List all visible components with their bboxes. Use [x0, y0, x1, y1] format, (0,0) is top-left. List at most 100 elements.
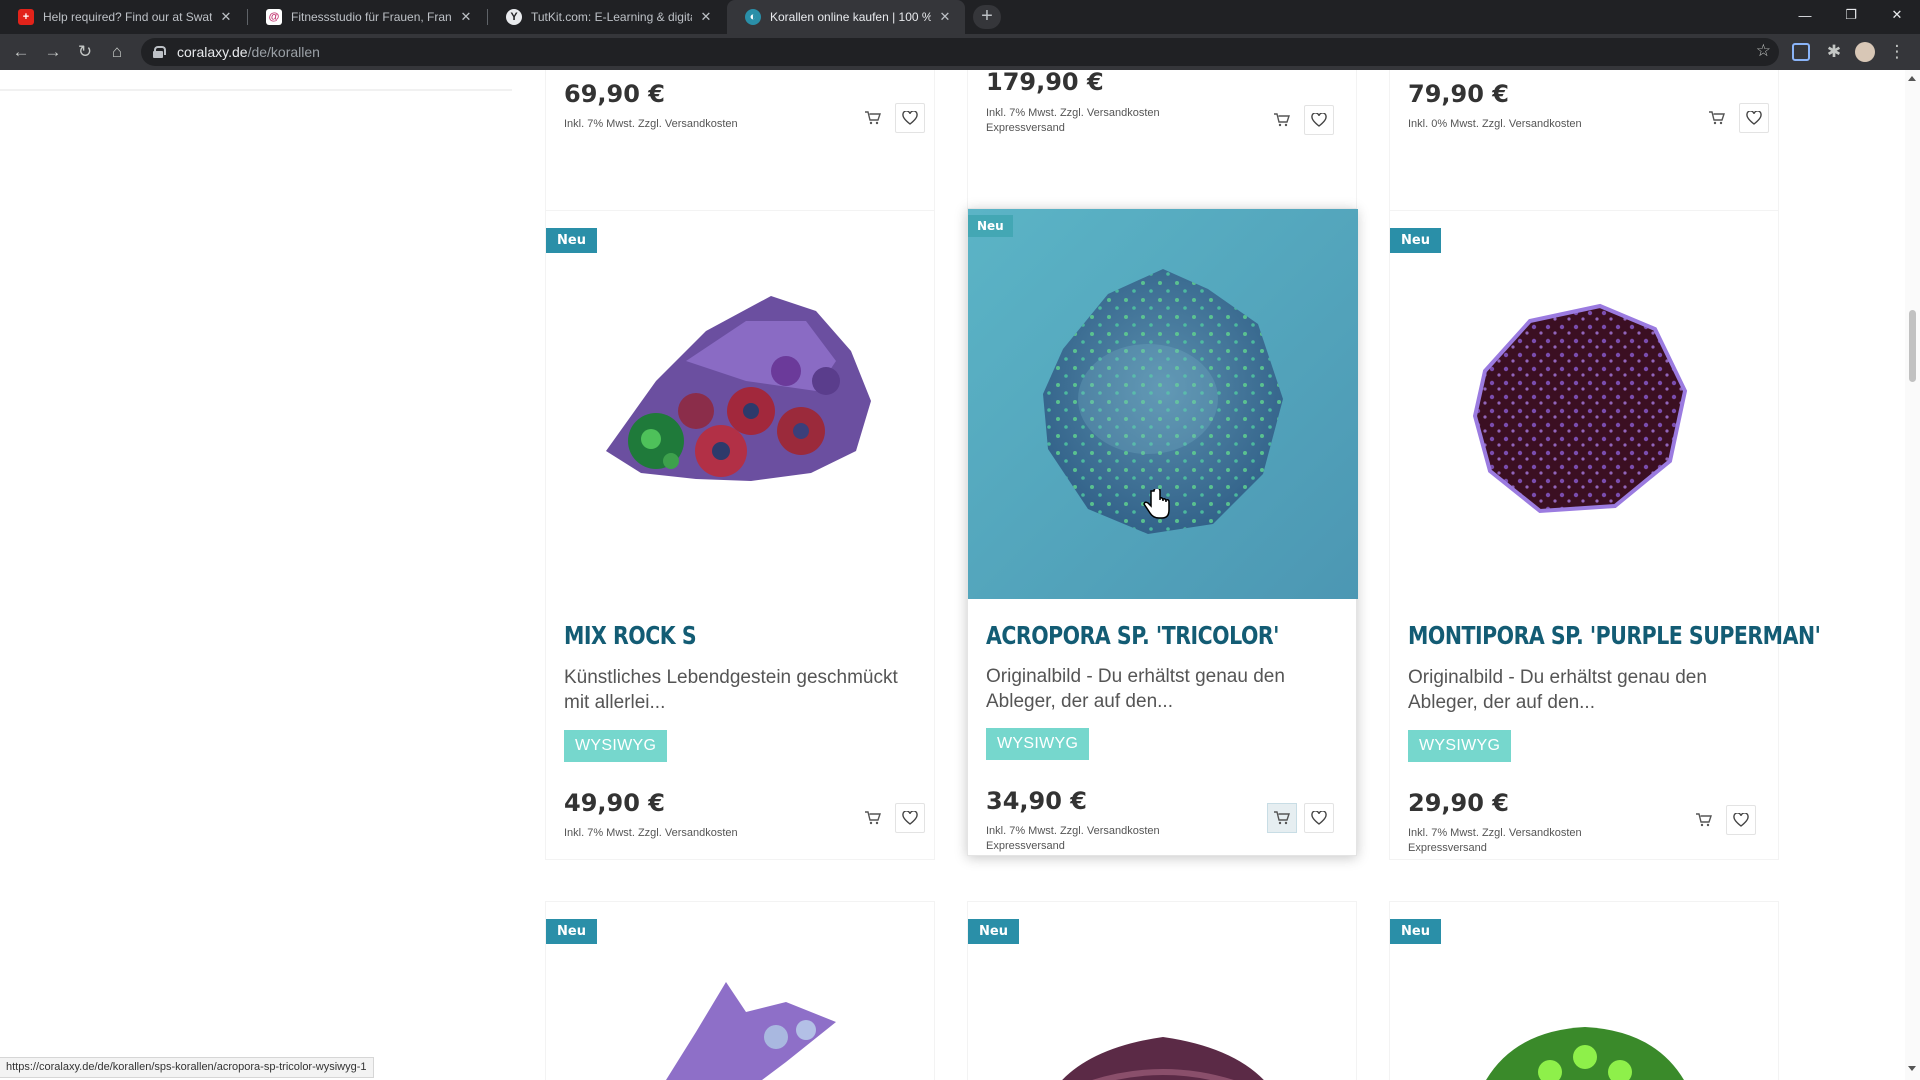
- avatar[interactable]: [1855, 42, 1875, 62]
- price-info: Inkl. 0% Mwst. Zzgl. Versandkosten: [1408, 118, 1582, 130]
- heart-icon: [1746, 111, 1762, 125]
- cart-icon: [1696, 813, 1712, 827]
- coral-image-partial: [1486, 1027, 1684, 1080]
- browser-tab-coralaxy[interactable]: ◐ Korallen online kaufen | 100 % aus ✕: [727, 0, 965, 34]
- hand-cursor-icon: [1143, 489, 1170, 519]
- close-tab-icon[interactable]: ✕: [458, 9, 474, 25]
- lock-icon: [153, 46, 166, 58]
- product-price: 79,90 €: [1408, 80, 1509, 108]
- new-badge: Neu: [546, 228, 597, 253]
- tab-title: TutKit.com: E-Learning & digitale: [531, 10, 692, 24]
- shipping-note: Expressversand: [1408, 842, 1487, 854]
- tab-title: Korallen online kaufen | 100 % aus: [770, 10, 931, 24]
- wishlist-button[interactable]: [1726, 805, 1756, 835]
- scroll-up-icon[interactable]: [1908, 76, 1916, 81]
- coral-image-partial: [1062, 1037, 1264, 1080]
- home-icon[interactable]: ⌂: [105, 40, 129, 64]
- browser-tab-tutkit[interactable]: Y TutKit.com: E-Learning & digitale ✕: [488, 0, 726, 34]
- new-tab-button[interactable]: +: [973, 5, 1001, 29]
- page-viewport: 69,90 € Inkl. 7% Mwst. Zzgl. Versandkost…: [0, 70, 1905, 1080]
- extensions-puzzle-icon[interactable]: ✱: [1822, 40, 1846, 64]
- address-bar[interactable]: coralaxy.de/de/korallen ☆: [141, 38, 1779, 66]
- add-to-cart-button[interactable]: [1689, 805, 1719, 835]
- cart-icon: [1709, 111, 1725, 125]
- tutkit-logo-icon: Y: [506, 9, 522, 25]
- bookmark-star-icon[interactable]: ☆: [1756, 41, 1771, 61]
- forward-icon[interactable]: →: [41, 40, 65, 64]
- product-card[interactable]: Neu: [545, 901, 935, 1080]
- new-badge: Neu: [1390, 919, 1441, 944]
- wysiwyg-tag: WYSIWYG: [1408, 730, 1512, 762]
- add-to-cart-button[interactable]: [1267, 105, 1297, 135]
- product-price: 34,90 €: [986, 787, 1087, 815]
- scrollbar-thumb[interactable]: [1909, 310, 1916, 382]
- product-price: 69,90 €: [564, 80, 665, 108]
- wishlist-button[interactable]: [1739, 103, 1769, 133]
- close-tab-icon[interactable]: ✕: [218, 9, 234, 25]
- restore-window-icon[interactable]: ❐: [1828, 0, 1874, 30]
- product-title[interactable]: Mix Rock S: [564, 621, 697, 650]
- url-path: /de/korallen: [247, 44, 320, 60]
- address-url: coralaxy.de/de/korallen: [177, 44, 320, 60]
- heart-icon: [1311, 811, 1327, 825]
- tab-title: Help required? Find our at Swatch: [43, 10, 212, 24]
- acropora-coral-image: [968, 209, 1358, 599]
- browser-tab-swatch[interactable]: + Help required? Find our at Swatch ✕: [0, 0, 246, 34]
- wysiwyg-tag: WYSIWYG: [986, 728, 1090, 760]
- product-description: Originalbild - Du erhältst genau den Abl…: [1408, 667, 1707, 713]
- product-price: 179,90 €: [986, 70, 1104, 96]
- reload-icon[interactable]: ↻: [73, 40, 97, 64]
- product-image[interactable]: [1390, 211, 1780, 601]
- product-card[interactable]: 69,90 € Inkl. 7% Mwst. Zzgl. Versandkost…: [545, 70, 935, 232]
- product-title[interactable]: Acropora sp. 'Tricolor': [986, 621, 1279, 650]
- minimize-window-icon[interactable]: —: [1782, 0, 1828, 30]
- status-bar-url: https://coralaxy.de/de/korallen/sps-kora…: [0, 1057, 374, 1078]
- add-to-cart-button[interactable]: [1267, 803, 1297, 833]
- swiss-flag-icon: +: [18, 9, 34, 25]
- cart-icon: [865, 111, 881, 125]
- close-tab-icon[interactable]: ✕: [698, 9, 714, 25]
- wishlist-button[interactable]: [1304, 803, 1334, 833]
- product-image[interactable]: [968, 209, 1358, 599]
- product-price: 49,90 €: [564, 789, 665, 817]
- price-info: Inkl. 7% Mwst. Zzgl. Versandkosten: [986, 107, 1160, 119]
- browser-menu-icon[interactable]: ⋮: [1885, 40, 1909, 64]
- product-card[interactable]: Neu: [967, 901, 1357, 1080]
- wishlist-button[interactable]: [1304, 105, 1334, 135]
- add-to-cart-button[interactable]: [858, 803, 888, 833]
- browser-tab-fitness[interactable]: @ Fitnessstudio für Frauen, Frankfurt ✕: [248, 0, 486, 34]
- new-badge: Neu: [968, 919, 1019, 944]
- coral-rock-image: [606, 296, 871, 481]
- url-host: coralaxy.de: [177, 44, 248, 60]
- close-tab-icon[interactable]: ✕: [937, 9, 953, 25]
- product-title[interactable]: Montipora sp. 'Purple Superman': [1408, 621, 1821, 650]
- scroll-down-icon[interactable]: [1908, 1066, 1916, 1071]
- product-card[interactable]: 79,90 € Inkl. 0% Mwst. Zzgl. Versandkost…: [1389, 70, 1779, 232]
- tab-title: Fitnessstudio für Frauen, Frankfurt: [291, 10, 452, 24]
- heart-icon: [902, 111, 918, 125]
- price-info: Inkl. 7% Mwst. Zzgl. Versandkosten: [564, 827, 738, 839]
- cart-icon: [865, 811, 881, 825]
- new-badge: Neu: [546, 919, 597, 944]
- product-price: 29,90 €: [1408, 789, 1509, 817]
- product-card[interactable]: Neu Mix Rock S Künstliches Lebendgestein…: [545, 210, 935, 860]
- sidebar-divider: [0, 89, 512, 91]
- coralaxy-logo-icon: ◐: [745, 9, 761, 25]
- cast-extension-icon[interactable]: [1792, 43, 1810, 61]
- close-window-icon[interactable]: ✕: [1874, 0, 1920, 30]
- product-image[interactable]: [546, 211, 936, 601]
- product-description: Künstliches Lebendgestein geschmückt mit…: [564, 667, 898, 713]
- product-card-hovered[interactable]: Neu Acropora sp. 'Tricolor' Originalbild…: [967, 208, 1358, 856]
- product-card[interactable]: Neu: [1389, 901, 1779, 1080]
- new-badge: Neu: [1390, 228, 1441, 253]
- product-card[interactable]: Neu Montipora sp. 'Purple Superman' Orig…: [1389, 210, 1821, 860]
- back-icon[interactable]: ←: [9, 40, 33, 64]
- add-to-cart-button[interactable]: [858, 103, 888, 133]
- product-description: Originalbild - Du erhältst genau den Abl…: [986, 666, 1285, 712]
- browser-toolbar: ← → ↻ ⌂ coralaxy.de/de/korallen ☆ ✱ ⋮: [0, 34, 1920, 70]
- heart-icon: [1733, 813, 1749, 827]
- add-to-cart-button[interactable]: [1702, 103, 1732, 133]
- wishlist-button[interactable]: [895, 803, 925, 833]
- wishlist-button[interactable]: [895, 103, 925, 133]
- page-scrollbar[interactable]: [1905, 70, 1920, 1080]
